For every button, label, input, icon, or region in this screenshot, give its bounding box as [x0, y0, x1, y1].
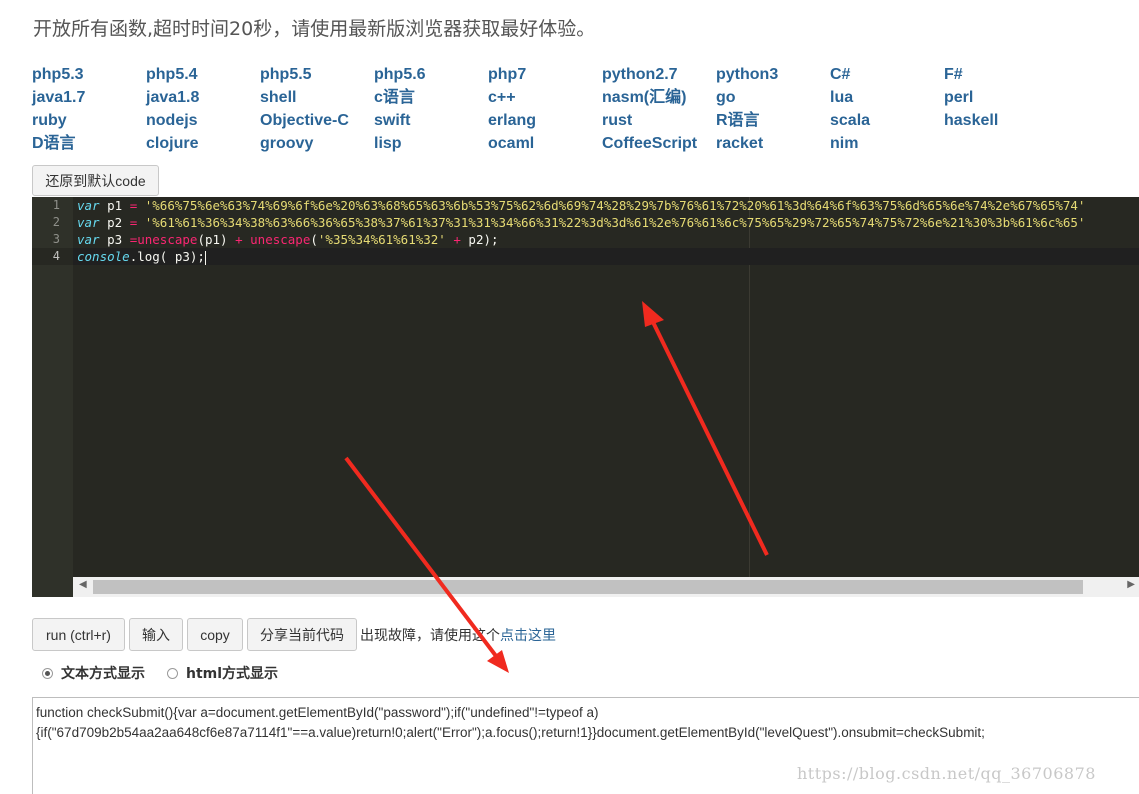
arrow-down-shaft [344, 456, 498, 658]
arrow-down-head [487, 650, 509, 673]
arrow-up-shaft [649, 317, 769, 556]
arrow-up-head [642, 301, 664, 327]
annotation-arrows [344, 301, 769, 673]
